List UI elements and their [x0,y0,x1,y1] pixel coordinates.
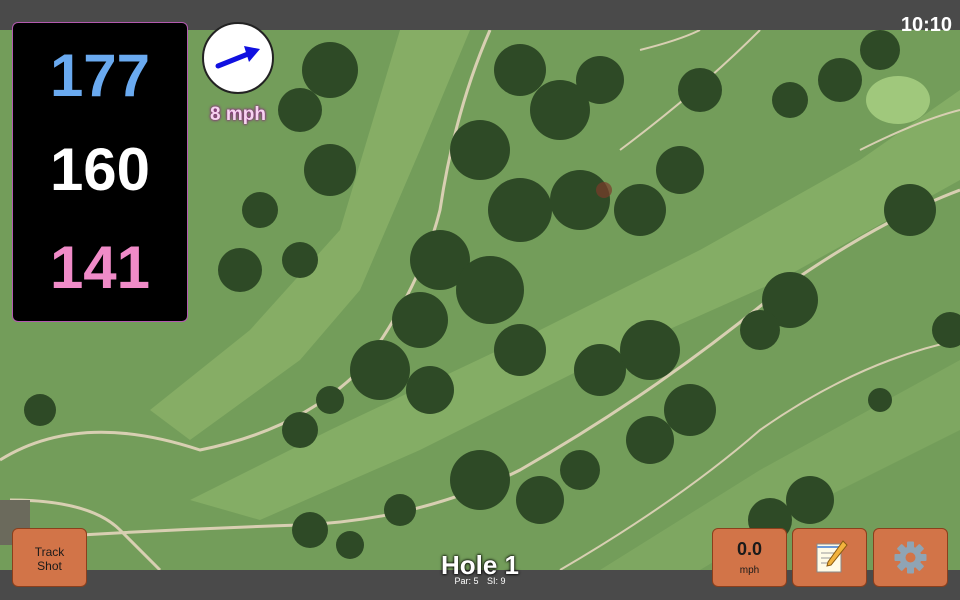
distance-panel: 177 160 141 [12,22,188,322]
wind-indicator [202,22,274,94]
speed-value: 0.0 [736,539,763,559]
back-distance: 177 [49,42,151,109]
settings-button[interactable] [873,528,948,587]
front-distance: 141 [49,234,151,301]
hole-info: Par: 5 SI: 9 [380,576,580,586]
gear-icon [894,541,927,574]
hole-par: Par: 5 [454,576,479,586]
hole-stroke-index: SI: 9 [487,576,506,586]
notepad-icon [816,540,848,573]
middle-distance: 160 [49,136,151,203]
wind-speed: 8 mph [210,104,266,125]
clock: 10:10 [900,14,952,36]
speed-button[interactable]: 0.0 mph [712,528,787,587]
track-shot-button[interactable]: Track Shot [12,528,87,587]
wind-arrow-icon [215,46,260,69]
speed-unit: mph [739,565,760,576]
notes-button[interactable] [792,528,867,587]
track-shot-label-line2: Shot [37,559,62,573]
track-shot-label-line1: Track [34,545,65,559]
